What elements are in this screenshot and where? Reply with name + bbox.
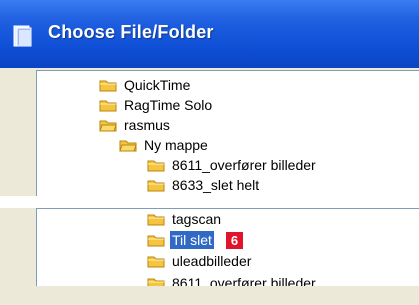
tree-item-label: 8633_slet helt (172, 177, 260, 193)
folder-tree-bottom[interactable]: tagscan Til slet 6 uleadbilleder 8611_ov… (36, 208, 419, 288)
folder-icon (99, 100, 117, 112)
tree-item-ny-mappe[interactable]: Ny mappe (119, 135, 210, 155)
folder-icon (147, 160, 165, 172)
tree-item-label: QuickTime (124, 77, 191, 93)
folder-icon (99, 80, 117, 92)
tree-item-til-slet[interactable]: Til slet 6 (147, 230, 243, 250)
folder-icon (147, 180, 165, 192)
tree-item-label: tagscan (172, 211, 222, 227)
step-number-badge: 6 (225, 231, 243, 249)
window-app-icon (13, 25, 32, 47)
folder-icon (147, 256, 165, 268)
open-folder-icon (99, 120, 117, 132)
tree-item-uleadbilleder[interactable]: uleadbilleder (147, 251, 253, 271)
folder-icon (147, 235, 165, 247)
tree-item-label: uleadbilleder (172, 253, 252, 269)
tree-item-ragtime-solo[interactable]: RagTime Solo (99, 95, 214, 115)
tree-item-label: RagTime Solo (124, 97, 213, 113)
panel-separator (0, 196, 419, 208)
tree-item-label-selected: Til slet (170, 231, 214, 249)
tree-item-label: 8611_overfører billeder (172, 157, 316, 173)
folder-icon (147, 214, 165, 226)
dialog-footer (0, 286, 419, 305)
tree-item-rasmus[interactable]: rasmus (99, 115, 172, 135)
tree-item-tagscan[interactable]: tagscan (147, 209, 223, 229)
window-titlebar[interactable]: Choose File/Folder (0, 0, 419, 68)
open-folder-icon (119, 140, 137, 152)
tree-item-label: Ny mappe (144, 137, 208, 153)
tree-item-8611[interactable]: 8611_overfører billeder (147, 155, 318, 175)
folder-tree-top[interactable]: QuickTime RagTime Solo rasmus Ny mappe 8… (36, 70, 419, 198)
tree-item-quicktime[interactable]: QuickTime (99, 75, 192, 95)
tree-item-label: rasmus (124, 117, 170, 133)
window-title: Choose File/Folder (48, 22, 214, 42)
tree-item-8633[interactable]: 8633_slet helt (147, 175, 261, 195)
